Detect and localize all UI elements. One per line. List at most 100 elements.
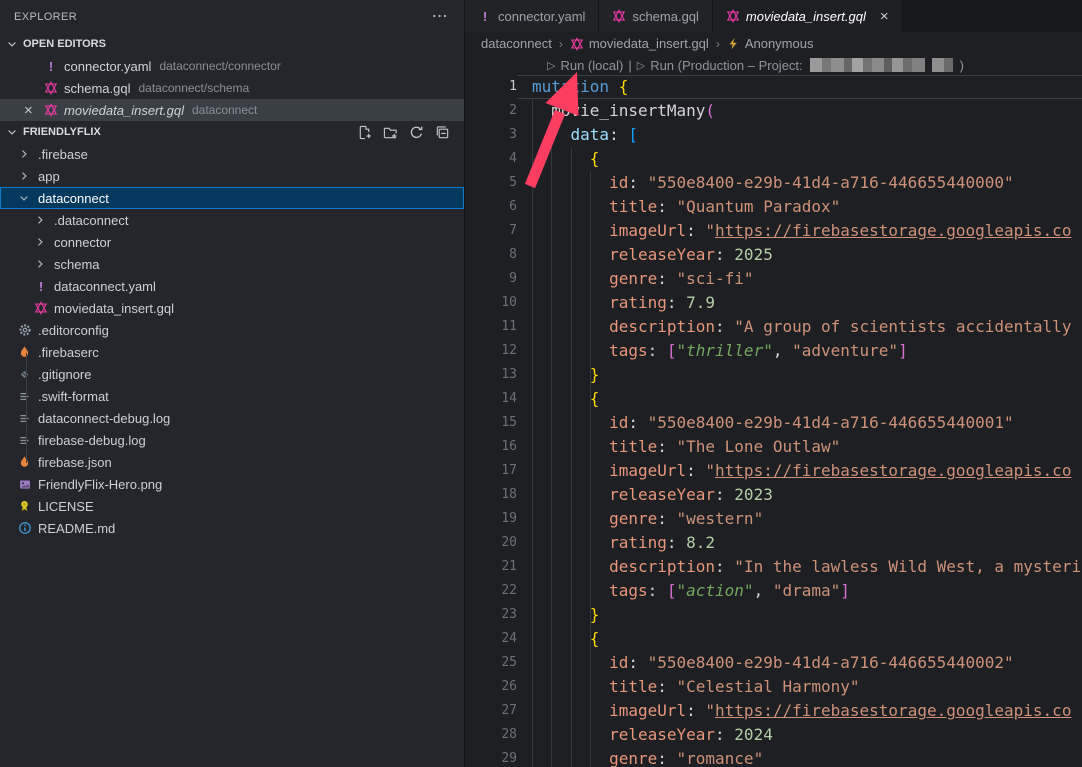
code-line-22[interactable]: 22 tags: ["action", "drama"] bbox=[465, 579, 1082, 603]
run-local-link[interactable]: Run (local) bbox=[560, 58, 623, 73]
open-editor-connector-yaml[interactable]: !connector.yamldataconnect/connector bbox=[0, 55, 464, 77]
tree-item-schema[interactable]: schema bbox=[0, 253, 464, 275]
new-folder-icon[interactable] bbox=[382, 124, 398, 140]
code-line-20[interactable]: 20 rating: 8.2 bbox=[465, 531, 1082, 555]
tree-item-dataconnect-debug-log[interactable]: dataconnect-debug.log bbox=[0, 407, 464, 429]
open-editor-moviedata-insert-gql[interactable]: ×moviedata_insert.gqldataconnect bbox=[0, 99, 464, 121]
tree-item-swift-format[interactable]: .swift-format bbox=[0, 385, 464, 407]
code-line-23[interactable]: 23 } bbox=[465, 603, 1082, 627]
tree-item-label: .editorconfig bbox=[38, 323, 109, 338]
tree-item-friendlyflix-hero-png[interactable]: FriendlyFlix-Hero.png bbox=[0, 473, 464, 495]
code-line-19[interactable]: 19 genre: "western" bbox=[465, 507, 1082, 531]
tab-schema-gql[interactable]: schema.gql bbox=[599, 0, 712, 32]
open-editors-label: OPEN EDITORS bbox=[23, 38, 106, 50]
line-number: 1 bbox=[465, 75, 517, 99]
code-line-28[interactable]: 28 releaseYear: 2024 bbox=[465, 723, 1082, 747]
tree-item-dataconnect-yaml[interactable]: !dataconnect.yaml bbox=[0, 275, 464, 297]
code-line-content: title: "Celestial Harmony" bbox=[517, 675, 1082, 699]
code-line-content: { bbox=[517, 147, 1082, 171]
refresh-icon[interactable] bbox=[408, 124, 424, 140]
tree-item-editorconfig[interactable]: .editorconfig bbox=[0, 319, 464, 341]
project-header[interactable]: FRIENDLYFLIX bbox=[0, 121, 464, 143]
chevron-down-icon bbox=[4, 124, 20, 140]
tree-item-dataconnect[interactable]: dataconnect bbox=[0, 187, 464, 209]
code-line-content: genre: "romance" bbox=[517, 747, 1082, 767]
tab-label: moviedata_insert.gql bbox=[746, 9, 866, 24]
code-line-content: rating: 8.2 bbox=[517, 531, 1082, 555]
code-line-24[interactable]: 24 { bbox=[465, 627, 1082, 651]
code-line-21[interactable]: 21 description: "In the lawless Wild Wes… bbox=[465, 555, 1082, 579]
more-actions-icon[interactable]: ⋯ bbox=[432, 12, 448, 22]
file-type-icon-slot bbox=[44, 81, 64, 95]
code-line-26[interactable]: 26 title: "Celestial Harmony" bbox=[465, 675, 1082, 699]
explorer-title-bar: EXPLORER ⋯ bbox=[0, 0, 464, 33]
line-number: 25 bbox=[465, 651, 517, 675]
code-line-12[interactable]: 12 tags: ["thriller", "adventure"] bbox=[465, 339, 1082, 363]
code-line-8[interactable]: 8 releaseYear: 2025 bbox=[465, 243, 1082, 267]
code-line-10[interactable]: 10 rating: 7.9 bbox=[465, 291, 1082, 315]
breadcrumb-item-dataconnect[interactable]: dataconnect bbox=[481, 36, 552, 51]
tree-item-label: firebase-debug.log bbox=[38, 433, 146, 448]
code-line-16[interactable]: 16 title: "The Lone Outlaw" bbox=[465, 435, 1082, 459]
code-line-5[interactable]: 5 id: "550e8400-e29b-41d4-a716-446655440… bbox=[465, 171, 1082, 195]
tree-item-readme-md[interactable]: README.md bbox=[0, 517, 464, 539]
tree-item-dataconnect[interactable]: .dataconnect bbox=[0, 209, 464, 231]
new-file-icon[interactable] bbox=[356, 124, 372, 140]
code-line-7[interactable]: 7 imageUrl: "https://firebasestorage.goo… bbox=[465, 219, 1082, 243]
tree-item-label: moviedata_insert.gql bbox=[54, 301, 174, 316]
code-line-4[interactable]: 4 { bbox=[465, 147, 1082, 171]
indent-guide bbox=[571, 147, 572, 767]
code-line-14[interactable]: 14 { bbox=[465, 387, 1082, 411]
line-number: 15 bbox=[465, 411, 517, 435]
code-line-2[interactable]: 2 movie_insertMany( bbox=[465, 99, 1082, 123]
tree-item-connector[interactable]: connector bbox=[0, 231, 464, 253]
code-line-1[interactable]: 1mutation { bbox=[465, 75, 1082, 99]
code-editor[interactable]: 1mutation {2 movie_insertMany(3 data: [4… bbox=[465, 75, 1082, 767]
tree-item-firebase-json[interactable]: firebase.json bbox=[0, 451, 464, 473]
code-line-17[interactable]: 17 imageUrl: "https://firebasestorage.go… bbox=[465, 459, 1082, 483]
tree-item-label: .firebase bbox=[38, 147, 88, 162]
code-line-18[interactable]: 18 releaseYear: 2023 bbox=[465, 483, 1082, 507]
code-line-13[interactable]: 13 } bbox=[465, 363, 1082, 387]
tree-item-firebase-debug-log[interactable]: firebase-debug.log bbox=[0, 429, 464, 451]
tree-item-moviedata-insert-gql[interactable]: moviedata_insert.gql bbox=[0, 297, 464, 319]
line-number: 22 bbox=[465, 579, 517, 603]
close-icon[interactable]: × bbox=[24, 102, 44, 119]
tree-item-firebase[interactable]: .firebase bbox=[0, 143, 464, 165]
tree-indent-guide bbox=[26, 353, 27, 463]
line-number: 24 bbox=[465, 627, 517, 651]
run-production-link[interactable]: Run (Production – Project: bbox=[650, 58, 802, 73]
tree-item-label: .swift-format bbox=[38, 389, 109, 404]
code-line-11[interactable]: 11 description: "A group of scientists a… bbox=[465, 315, 1082, 339]
line-number: 26 bbox=[465, 675, 517, 699]
tab-connector-yaml[interactable]: !connector.yaml bbox=[465, 0, 599, 32]
explorer-title: EXPLORER bbox=[14, 11, 77, 23]
tree-item-label: .dataconnect bbox=[54, 213, 128, 228]
code-line-15[interactable]: 15 id: "550e8400-e29b-41d4-a716-44665544… bbox=[465, 411, 1082, 435]
open-editors-header[interactable]: OPEN EDITORS bbox=[0, 33, 464, 55]
collapse-all-icon[interactable] bbox=[434, 124, 450, 140]
tree-item-gitignore[interactable]: .gitignore bbox=[0, 363, 464, 385]
open-editor-label: moviedata_insert.gql bbox=[64, 103, 184, 118]
open-editor-schema-gql[interactable]: schema.gqldataconnect/schema bbox=[0, 77, 464, 99]
close-icon[interactable]: × bbox=[880, 8, 889, 25]
editor-tab-bar: !connector.yamlschema.gqlmoviedata_inser… bbox=[465, 0, 1082, 32]
code-line-29[interactable]: 29 genre: "romance" bbox=[465, 747, 1082, 767]
code-line-3[interactable]: 3 data: [ bbox=[465, 123, 1082, 147]
breadcrumb-item-anonymous[interactable]: Anonymous bbox=[727, 36, 814, 51]
code-line-25[interactable]: 25 id: "550e8400-e29b-41d4-a716-44665544… bbox=[465, 651, 1082, 675]
tree-item-app[interactable]: app bbox=[0, 165, 464, 187]
tab-moviedata-insert-gql[interactable]: moviedata_insert.gql × bbox=[713, 0, 903, 32]
tree-item-label: .gitignore bbox=[38, 367, 91, 382]
tree-item-license[interactable]: LICENSE bbox=[0, 495, 464, 517]
tree-item-firebaserc[interactable]: .firebaserc bbox=[0, 341, 464, 363]
chevron-down-icon bbox=[18, 192, 36, 204]
tree-item-label: schema bbox=[54, 257, 100, 272]
breadcrumb-item-moviedata-insert-gql[interactable]: moviedata_insert.gql bbox=[570, 36, 709, 51]
code-line-9[interactable]: 9 genre: "sci-fi" bbox=[465, 267, 1082, 291]
code-line-content: genre: "sci-fi" bbox=[517, 267, 1082, 291]
tree-item-label: firebase.json bbox=[38, 455, 112, 470]
line-number: 10 bbox=[465, 291, 517, 315]
code-line-6[interactable]: 6 title: "Quantum Paradox" bbox=[465, 195, 1082, 219]
code-line-27[interactable]: 27 imageUrl: "https://firebasestorage.go… bbox=[465, 699, 1082, 723]
